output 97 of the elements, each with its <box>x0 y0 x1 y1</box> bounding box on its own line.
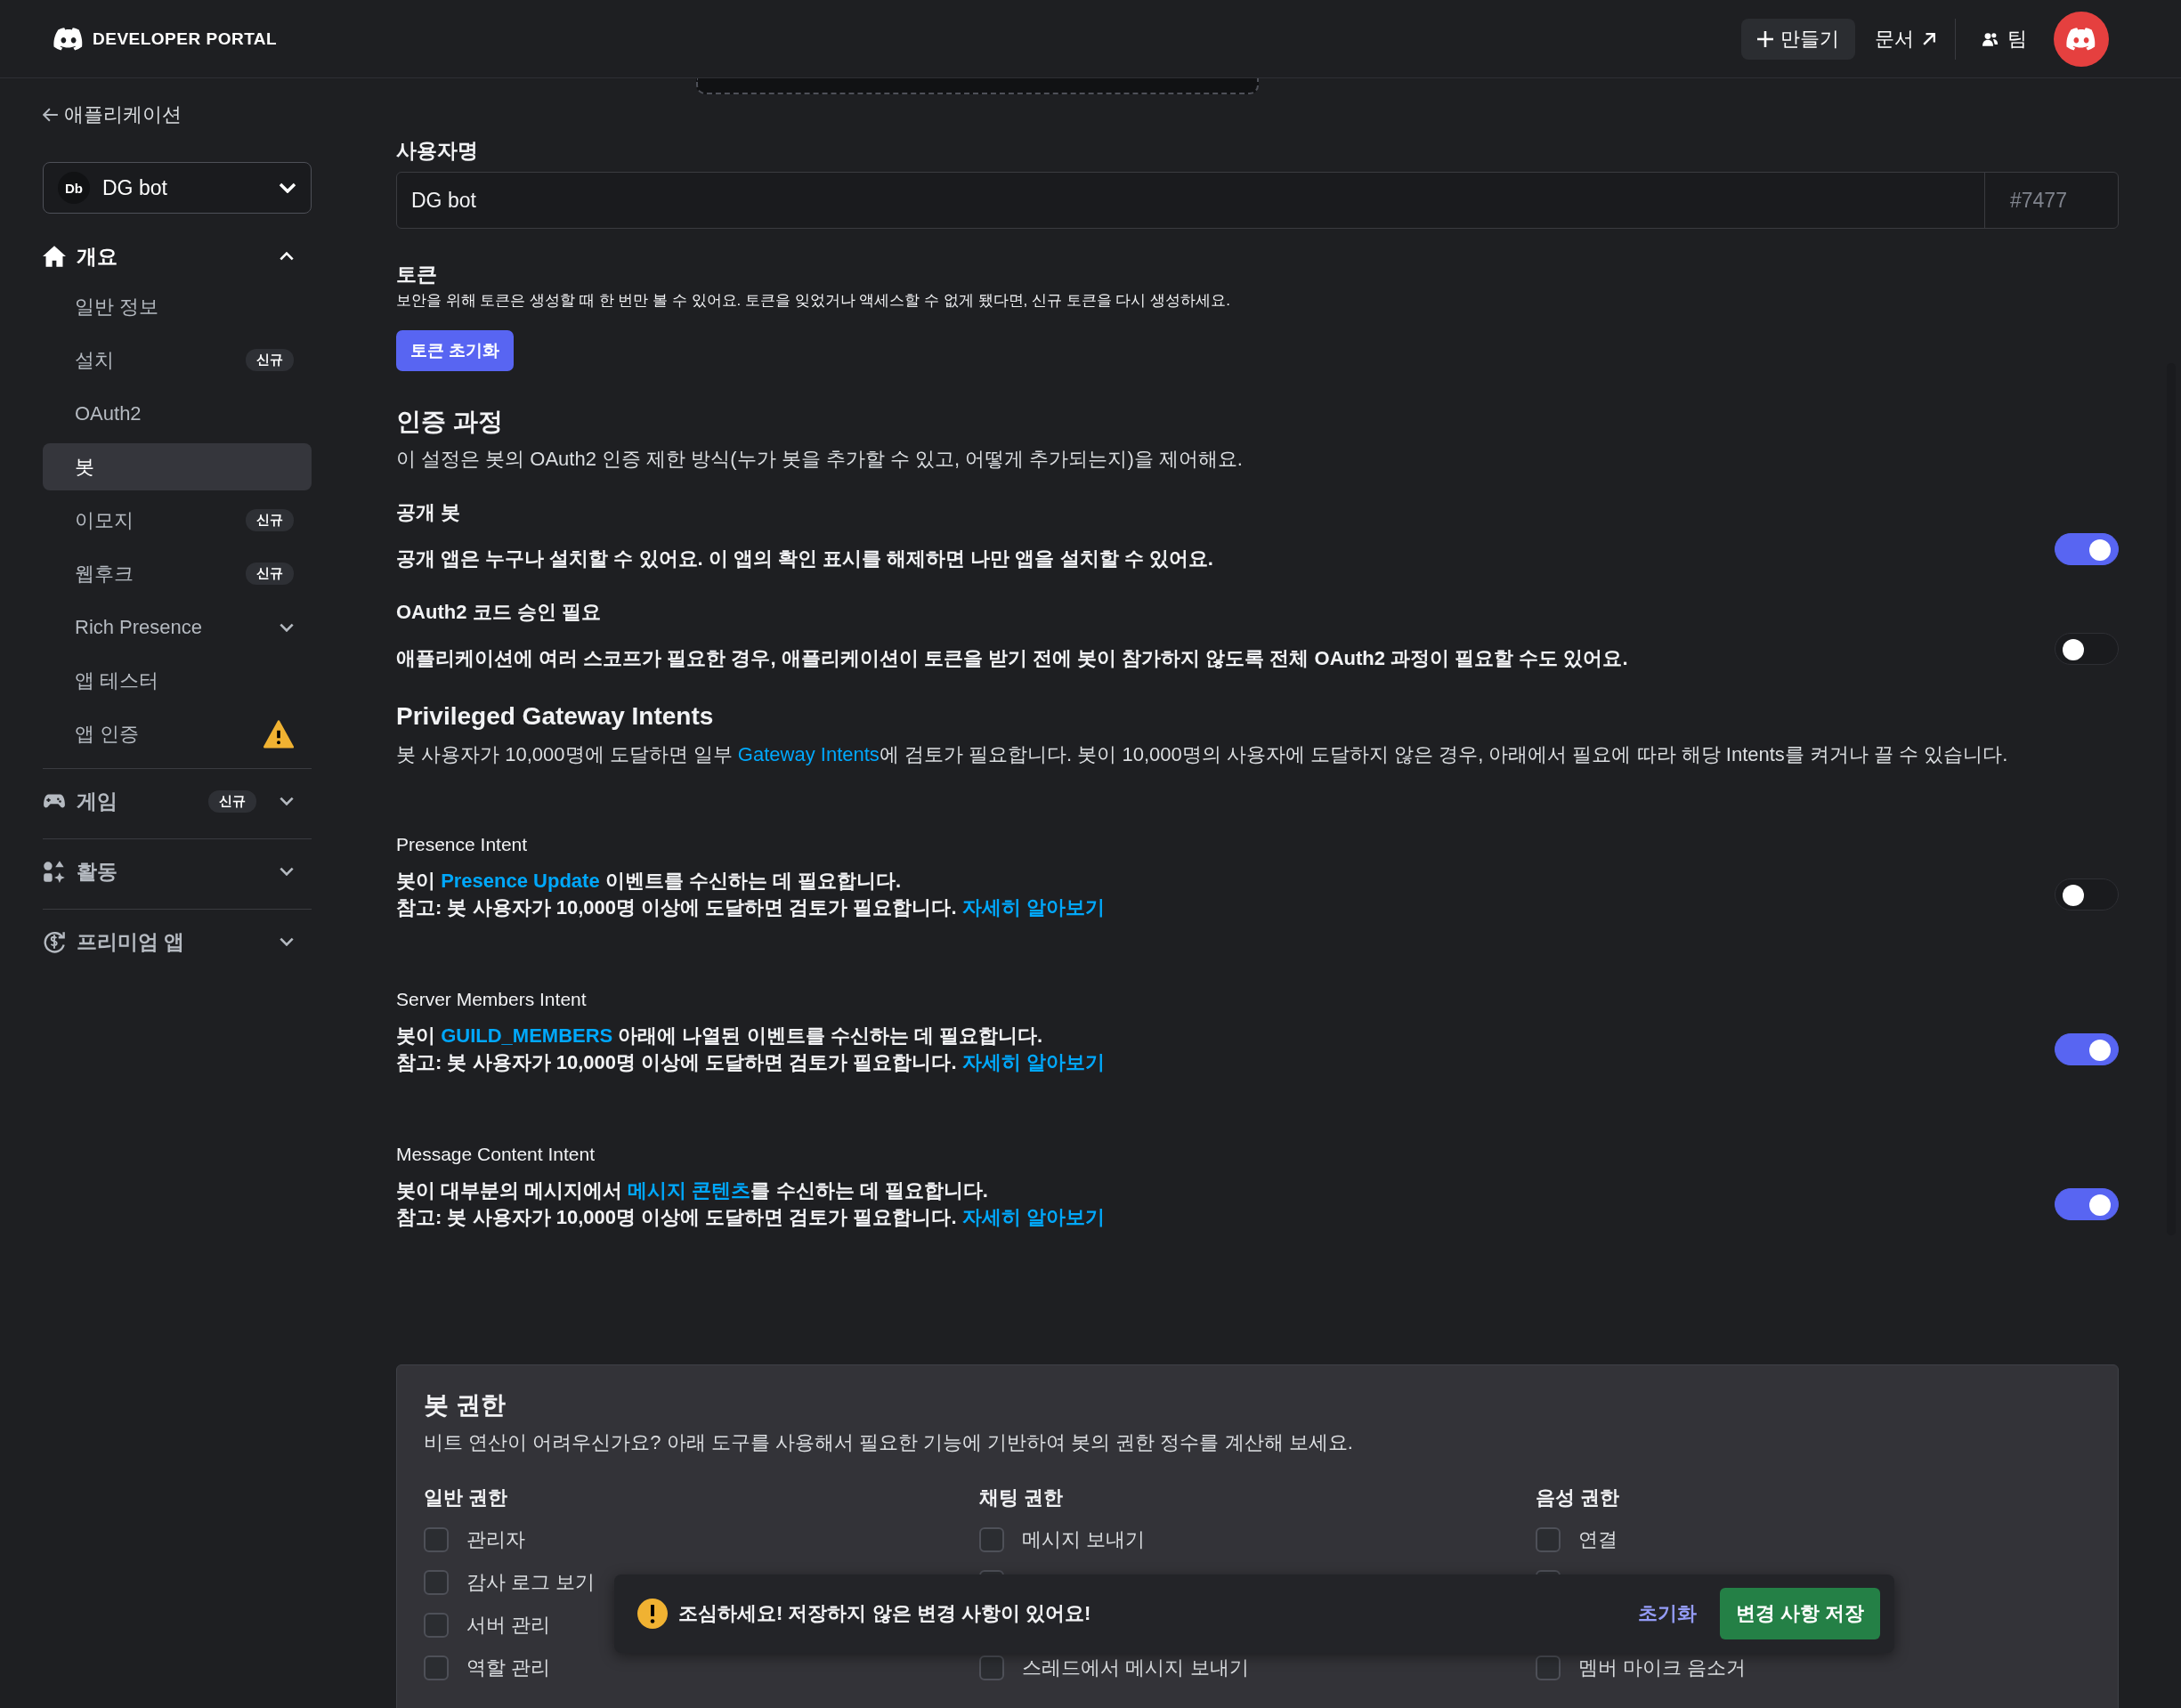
card-description: 비트 연산이 어려우신가요? 아래 도구를 사용해서 필요한 기능에 기반하여 봇의 권한 정수를 계산해 보세요. <box>424 1430 1354 1455</box>
token-description: 보안을 위해 토큰은 생성할 때 한 번만 볼 수 있어요. 토큰을 잊었거나 액세스할 수 없게 됐다면, 신규 토큰을 다시 생성하세요. <box>396 291 1231 311</box>
setting-title: 공개 봇 <box>396 500 462 525</box>
permission-label: 관리자 <box>466 1527 525 1552</box>
new-badge: 신규 <box>246 349 294 371</box>
nav-section[interactable]: 개요 <box>43 230 312 283</box>
intent-title: Message Content Intent <box>396 1144 596 1165</box>
intent-title: Server Members Intent <box>396 989 588 1010</box>
group-title: 일반 권한 <box>424 1485 509 1510</box>
intent-title: Presence Intent <box>396 834 529 855</box>
section-title: 인증 과정 <box>396 407 504 437</box>
shapes-icon <box>43 860 66 883</box>
link[interactable]: 메시지 콘텐츠 <box>628 1179 751 1202</box>
toggle-switch[interactable] <box>2055 633 2119 665</box>
app-select[interactable]: Db DG bot <box>43 162 312 214</box>
toggle-switch[interactable] <box>2055 878 2119 911</box>
link[interactable]: 자세히 알아보기 <box>961 896 1105 919</box>
checkbox[interactable] <box>424 1655 449 1680</box>
checkbox[interactable] <box>424 1527 449 1552</box>
group-title: 음성 권한 <box>1535 1485 1620 1510</box>
create-button[interactable]: 만들기 <box>1741 18 1855 60</box>
discriminator: #7477 <box>1984 173 2118 228</box>
nav-item[interactable]: 웹후크 신규 <box>43 550 312 597</box>
toast-message: 조심하세요! 저장하지 않은 변경 사항이 있어요! <box>678 1601 1092 1626</box>
nav-item[interactable]: 이모지 신규 <box>43 497 312 544</box>
reset-token-button[interactable]: 토큰 초기화 <box>396 330 515 371</box>
section-description: 봇 사용자가 10,000명에 도달하면 일부 Gateway Intents에 검토가 필요합니다. 봇이 10,000명의 사용자에 도달하지 않은 경우, 아래에서 필요에 따라 해당 Intents를 켜거나 끌 수 있습니다. <box>396 742 2009 767</box>
section-title: Privileged Gateway Intents <box>396 702 715 731</box>
reset-link[interactable]: 초기화 <box>1637 1600 1697 1627</box>
external-link-icon <box>1923 32 1935 45</box>
intent-description: 봇이 Presence Update 이벤트를 수신하는 데 필요합니다. <box>396 869 903 894</box>
section-description: 이 설정은 봇의 OAuth2 인증 제한 방식(누가 봇을 추가할 수 있고, 어떻게 추가되는지)을 제어해요. <box>396 447 1244 472</box>
back-arrow-icon <box>43 107 59 123</box>
permission-label: 서버 관리 <box>466 1613 551 1638</box>
intent-description: 봇이 대부분의 메시지에서 메시지 콘텐츠를 수신하는 데 필요합니다. <box>396 1178 989 1203</box>
nav-item[interactable]: 앱 테스터 <box>43 657 312 704</box>
link[interactable]: 자세히 알아보기 <box>961 1051 1105 1073</box>
toggle-switch[interactable] <box>2055 533 2119 565</box>
nav-item[interactable]: 앱 인증 <box>43 710 312 757</box>
intent-description: 참고: 봇 사용자가 10,000명 이상에 도달하면 검토가 필요합니다. 자세히 알아보기 <box>396 895 1105 920</box>
checkbox[interactable] <box>979 1655 1005 1680</box>
username-field[interactable]: DG bot #7477 <box>396 172 2119 229</box>
permission-label: 감사 로그 보기 <box>466 1570 596 1595</box>
chevron-icon <box>279 182 296 193</box>
logo-icon <box>53 27 84 51</box>
setting-description: 공개 앱은 누구나 설치할 수 있어요. 이 앱의 확인 표시를 해제하면 나만 앱을 설치할 수 있어요. <box>396 546 1213 571</box>
link[interactable]: GUILD_MEMBERS <box>441 1024 613 1047</box>
back-link[interactable]: 애플리케이션 <box>43 101 312 128</box>
plus-icon <box>1757 30 1773 47</box>
save-changes-button[interactable]: 변경 사항 저장 <box>1719 1588 1880 1639</box>
chevron-icon <box>280 252 294 261</box>
permission-label: 연결 <box>1577 1527 1618 1552</box>
image-upload-box[interactable] <box>696 78 1259 94</box>
link[interactable]: 자세히 알아보기 <box>961 1206 1105 1228</box>
checkbox[interactable] <box>1535 1655 1561 1680</box>
link[interactable]: Presence Update <box>441 870 600 892</box>
checkbox[interactable] <box>1535 1527 1561 1552</box>
nav-section[interactable]: 프리미엄 앱 <box>43 915 312 968</box>
intent-description: 봇이 GUILD_MEMBERS 아래에 나열된 이벤트를 수신하는 데 필요합니다. <box>396 1024 1044 1048</box>
new-badge: 신규 <box>246 563 294 585</box>
chevron-icon <box>280 797 294 805</box>
link[interactable]: Gateway Intents <box>737 743 880 765</box>
card-title: 봇 권한 <box>424 1390 507 1421</box>
team-button[interactable]: 팀 <box>1975 25 2034 53</box>
permission-label: 스레드에서 메시지 보내기 <box>1022 1655 1249 1680</box>
chevron-icon <box>280 867 294 876</box>
new-badge: 신규 <box>246 509 294 531</box>
nav-item[interactable]: Rich Presence <box>43 603 312 651</box>
section-title: 토큰 <box>396 262 438 287</box>
brand-title: DEVELOPER PORTAL <box>93 28 278 49</box>
nav-item[interactable]: 설치 신규 <box>43 336 312 384</box>
permission-label: 멤버 마이크 음소거 <box>1577 1655 1746 1680</box>
nav-item[interactable]: 일반 정보 <box>43 283 312 330</box>
nav-item[interactable]: OAuth2 <box>43 390 312 437</box>
permission-label: 메시지 보내기 <box>1022 1527 1146 1552</box>
dollar-refresh-icon <box>43 930 66 953</box>
nav-section[interactable]: 활동 <box>43 845 312 898</box>
intent-description: 참고: 봇 사용자가 10,000명 이상에 도달하면 검토가 필요합니다. 자세히 알아보기 <box>396 1205 1105 1230</box>
home-icon <box>43 245 66 268</box>
checkbox[interactable] <box>979 1527 1005 1552</box>
nav-item[interactable]: 봇 <box>43 443 312 490</box>
toggle-switch[interactable] <box>2055 1188 2119 1220</box>
nav-section[interactable]: 게임 신규 <box>43 774 312 828</box>
intent-description: 참고: 봇 사용자가 10,000명 이상에 도달하면 검토가 필요합니다. 자세히 알아보기 <box>396 1050 1105 1075</box>
group-title: 채팅 권한 <box>979 1485 1065 1510</box>
permission-label: 역할 관리 <box>466 1655 551 1680</box>
checkbox[interactable] <box>424 1613 449 1638</box>
docs-link[interactable]: 문서 <box>1875 25 1935 53</box>
setting-description: 애플리케이션에 여러 스코프가 필요한 경우, 애플리케이션이 토큰을 받기 전에 봇이 참가하지 않도록 전체 OAuth2 과정이 필요할 수도 있어요. <box>396 646 1628 671</box>
warning-icon <box>637 1599 668 1629</box>
chevron-icon <box>280 937 294 946</box>
toggle-switch[interactable] <box>2055 1033 2119 1065</box>
checkbox[interactable] <box>424 1570 449 1595</box>
setting-title: OAuth2 코드 승인 필요 <box>396 600 602 625</box>
people-icon <box>1982 30 1999 47</box>
new-badge: 신규 <box>208 789 256 813</box>
field-label: 사용자명 <box>396 138 479 164</box>
